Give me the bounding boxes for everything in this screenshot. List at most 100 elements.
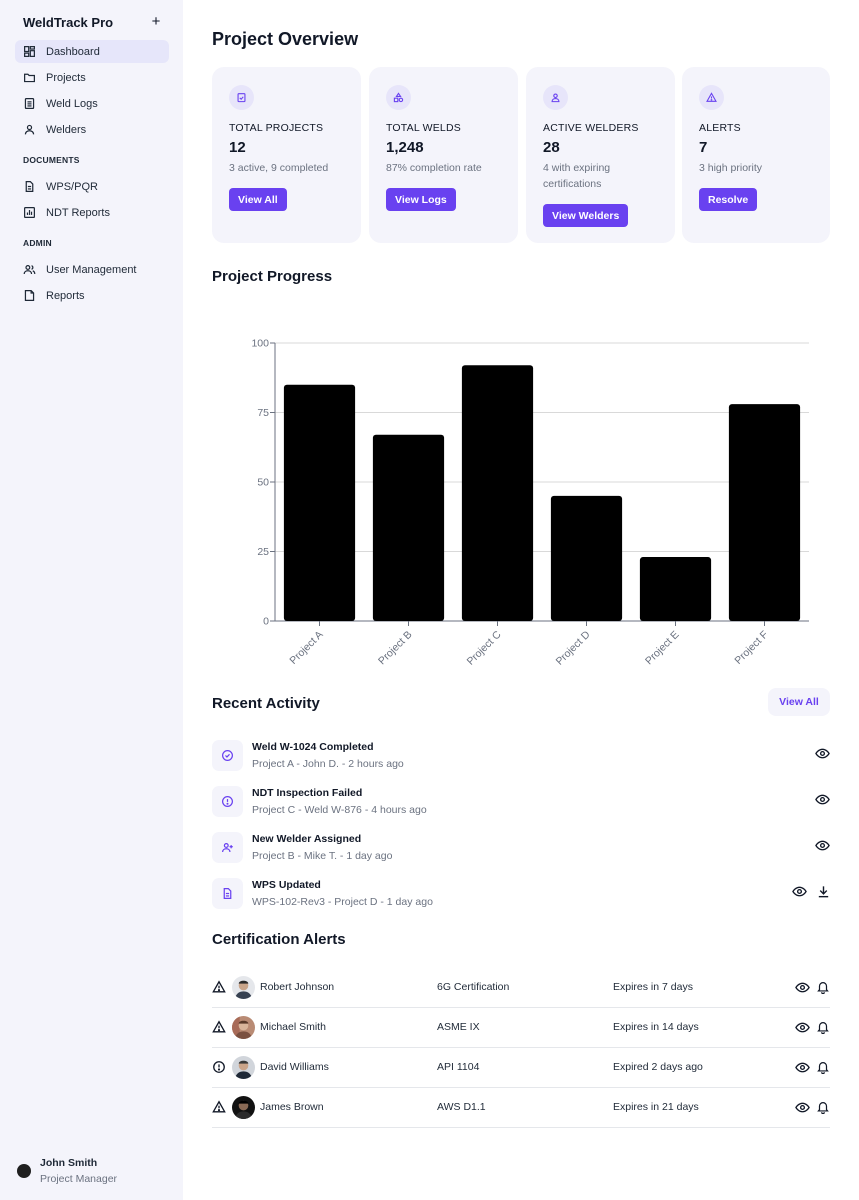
sidebar-item-reports[interactable]: Reports: [15, 284, 169, 307]
bar-project-c: [461, 365, 534, 621]
list-item[interactable]: WPS Updated WPS-102-Rev3 - Project D - 1…: [212, 877, 830, 913]
bar-project-f: [728, 404, 801, 621]
eye-icon[interactable]: [815, 838, 830, 853]
eye-icon[interactable]: [795, 1020, 810, 1035]
alert-circle-icon: [212, 786, 243, 817]
avatar: [17, 1164, 31, 1178]
activity-title: NDT Inspection Failed: [252, 787, 363, 799]
sidebar-item-dashboard[interactable]: Dashboard: [15, 40, 169, 63]
sidebar: WeldTrack Pro + Dashboard Projects Weld …: [0, 0, 183, 1200]
stat-card-total-welds: TOTAL WELDS 1,248 87% completion rate Vi…: [369, 67, 518, 243]
sidebar-item-ndt-reports[interactable]: NDT Reports: [15, 201, 169, 224]
activity-title: Weld W-1024 Completed: [252, 741, 374, 753]
section-title-project-progress: Project Progress: [212, 268, 333, 285]
clipboard-icon: [24, 98, 35, 109]
card-label: ALERTS: [699, 122, 741, 134]
section-title-recent-activity: Recent Activity: [212, 695, 320, 712]
download-icon[interactable]: [816, 884, 831, 899]
eye-icon[interactable]: [795, 1060, 810, 1075]
sidebar-item-weld-logs[interactable]: Weld Logs: [15, 92, 169, 115]
certification-type: API 1104: [437, 1061, 480, 1073]
y-tick-label: 25: [257, 546, 269, 558]
view-all-projects-button[interactable]: View All: [229, 188, 287, 211]
x-tick-label: Project F: [732, 629, 770, 667]
sidebar-item-label: Dashboard: [46, 45, 100, 58]
table-row[interactable]: Michael Smith ASME IX Expires in 14 days: [212, 1008, 830, 1048]
section-title-certification-alerts: Certification Alerts: [212, 931, 346, 948]
bar-project-d: [550, 495, 623, 621]
bell-icon[interactable]: [816, 980, 830, 995]
check-circle-icon: [212, 740, 243, 771]
user-name: John Smith: [40, 1157, 98, 1169]
bar-project-e: [639, 557, 712, 621]
eye-icon[interactable]: [795, 1100, 810, 1115]
x-tick-label: Project B: [376, 629, 415, 668]
activity-title: New Welder Assigned: [252, 833, 362, 845]
card-value: 28: [543, 139, 560, 156]
activity-meta: Project C - Weld W-876 - 4 hours ago: [252, 804, 427, 816]
certification-type: 6G Certification: [437, 981, 510, 993]
table-row[interactable]: Robert Johnson 6G Certification Expires …: [212, 968, 830, 1008]
warning-triangle-icon: [699, 85, 724, 110]
eye-icon[interactable]: [795, 980, 810, 995]
card-subtext: 3 active, 9 completed: [229, 162, 329, 174]
list-item[interactable]: New Welder Assigned Project B - Mike T. …: [212, 831, 830, 867]
avatar: [232, 1056, 255, 1079]
warning-triangle-icon: [212, 1020, 226, 1034]
view-logs-button[interactable]: View Logs: [386, 188, 456, 211]
sidebar-item-label: User Management: [46, 263, 137, 276]
users-icon: [23, 264, 36, 275]
user-plus-icon: [212, 832, 243, 863]
avatar: [232, 976, 255, 999]
expiry-status: Expires in 14 days: [613, 1021, 699, 1033]
sidebar-item-projects[interactable]: Projects: [15, 66, 169, 89]
bar-project-b: [372, 434, 445, 621]
document-icon: [212, 878, 243, 909]
table-row[interactable]: James Brown AWS D1.1 Expires in 21 days: [212, 1088, 830, 1128]
y-tick-label: 50: [257, 477, 269, 489]
view-all-activity-button[interactable]: View All: [768, 688, 830, 716]
report-chart-icon: [24, 207, 35, 218]
eye-icon[interactable]: [792, 884, 807, 899]
card-value: 1,248: [386, 139, 424, 156]
card-subtext: 87% completion rate: [386, 162, 482, 174]
list-item[interactable]: NDT Inspection Failed Project C - Weld W…: [212, 785, 830, 821]
sidebar-item-label: Welders: [46, 123, 87, 136]
sidebar-item-welders[interactable]: Welders: [15, 118, 169, 141]
view-welders-button[interactable]: View Welders: [543, 204, 629, 227]
documents-section-heading: DOCUMENTS: [23, 155, 80, 165]
resolve-button[interactable]: Resolve: [699, 188, 758, 211]
report-icon: [24, 290, 35, 301]
expiry-status: Expires in 21 days: [613, 1101, 699, 1113]
eye-icon[interactable]: [815, 792, 830, 807]
bell-icon[interactable]: [816, 1060, 830, 1075]
card-label: ACTIVE WELDERS: [543, 122, 639, 134]
alert-circle-icon: [212, 1060, 226, 1074]
table-row[interactable]: David Williams API 1104 Expired 2 days a…: [212, 1048, 830, 1088]
x-tick-label: Project C: [465, 628, 504, 667]
activity-meta: Project B - Mike T. - 1 day ago: [252, 850, 393, 862]
welder-name: James Brown: [260, 1101, 324, 1113]
warning-triangle-icon: [212, 980, 226, 994]
sidebar-item-user-management[interactable]: User Management: [15, 258, 169, 281]
bell-icon[interactable]: [816, 1020, 830, 1035]
y-tick-label: 0: [263, 616, 269, 628]
welder-name: Michael Smith: [260, 1021, 326, 1033]
app-title: WeldTrack Pro: [23, 15, 114, 30]
user-profile[interactable]: John Smith Project Manager: [17, 1157, 117, 1185]
list-item[interactable]: Weld W-1024 Completed Project A - John D…: [212, 739, 830, 775]
card-value: 12: [229, 139, 246, 156]
add-icon[interactable]: +: [149, 13, 163, 30]
warning-triangle-icon: [212, 1100, 226, 1114]
activity-meta: Project A - John D. - 2 hours ago: [252, 758, 404, 770]
sidebar-item-label: Projects: [46, 71, 86, 84]
sidebar-item-label: Reports: [46, 289, 85, 302]
bar-project-a: [283, 384, 356, 621]
avatar: [232, 1016, 255, 1039]
document-icon: [25, 181, 34, 192]
bell-icon[interactable]: [816, 1100, 830, 1115]
sidebar-item-wps-pqr[interactable]: WPS/PQR: [15, 175, 169, 198]
activity-meta: WPS-102-Rev3 - Project D - 1 day ago: [252, 896, 433, 908]
eye-icon[interactable]: [815, 746, 830, 761]
folder-icon: [24, 73, 35, 83]
